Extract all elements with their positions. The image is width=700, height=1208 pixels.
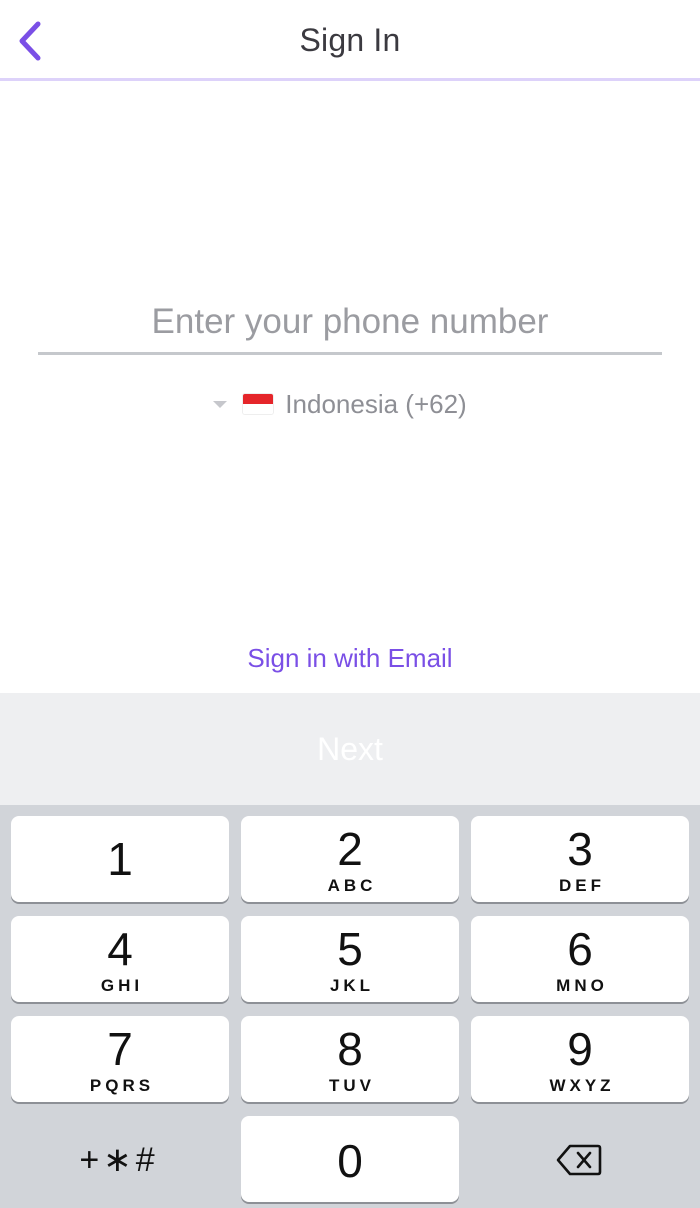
- page-title: Sign In: [299, 22, 401, 58]
- key-digit: 9: [567, 1023, 593, 1075]
- key-letters: JKL: [329, 976, 375, 995]
- backspace-icon: [556, 1144, 602, 1176]
- key-1[interactable]: 1: [11, 816, 229, 902]
- key-letters: TUV: [329, 1076, 375, 1095]
- key-7[interactable]: 7 PQRS: [11, 1016, 229, 1102]
- key-3[interactable]: 3 DEF: [471, 816, 689, 902]
- next-button[interactable]: Next: [0, 693, 700, 805]
- navigation-bar: Sign In: [0, 0, 700, 81]
- delete-key[interactable]: [470, 1120, 688, 1200]
- key-digit: 1: [107, 833, 133, 885]
- key-letters: DEF: [559, 876, 605, 895]
- key-letters: PQRS: [89, 1076, 155, 1095]
- key-2[interactable]: 2 ABC: [241, 816, 459, 902]
- key-digit: 4: [107, 923, 133, 975]
- key-digit: 5: [337, 923, 363, 975]
- key-digit: 2: [337, 823, 363, 875]
- phone-number-input[interactable]: [38, 292, 662, 355]
- key-8[interactable]: 8 TUV: [241, 1016, 459, 1102]
- sign-in-with-email-link[interactable]: Sign in with Email: [0, 643, 700, 674]
- key-4[interactable]: 4 GHI: [11, 916, 229, 1002]
- key-digit: 8: [337, 1023, 363, 1075]
- key-letters: WXYZ: [549, 1076, 615, 1095]
- key-9[interactable]: 9 WXYZ: [471, 1016, 689, 1102]
- key-digit: 0: [337, 1135, 363, 1187]
- key-letters: GHI: [100, 976, 144, 995]
- key-digit: 7: [107, 1023, 133, 1075]
- key-digit: 6: [567, 923, 593, 975]
- indonesia-flag-icon: [243, 394, 274, 414]
- country-label: Indonesia (+62): [285, 388, 467, 419]
- caret-down-icon: [213, 400, 228, 408]
- key-6[interactable]: 6 MNO: [471, 916, 689, 1002]
- key-0[interactable]: 0: [241, 1116, 459, 1202]
- key-letters: MNO: [556, 976, 608, 995]
- key-letters: ABC: [327, 876, 377, 895]
- country-selector[interactable]: Indonesia (+62): [0, 384, 700, 424]
- key-digit: 3: [567, 823, 593, 875]
- key-5[interactable]: 5 JKL: [241, 916, 459, 1002]
- symbols-key[interactable]: +∗#: [10, 1120, 228, 1200]
